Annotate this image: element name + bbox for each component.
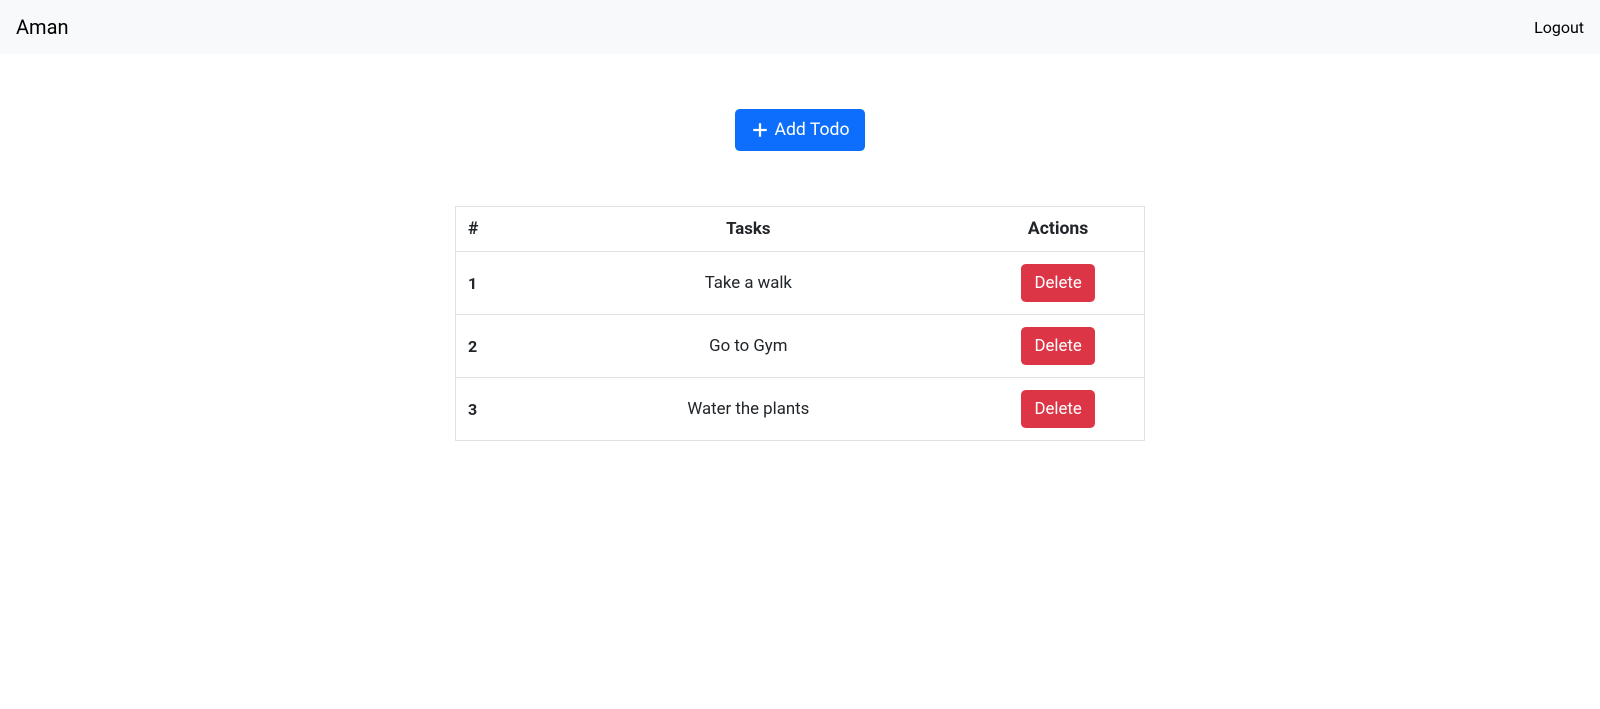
row-number: 3 [456,378,525,441]
delete-button[interactable]: Delete [1021,390,1095,428]
header-actions: Actions [972,207,1144,252]
row-number: 1 [456,252,525,315]
logout-link[interactable]: Logout [1534,18,1584,37]
row-task: Go to Gym [524,315,972,378]
header-tasks: Tasks [524,207,972,252]
add-todo-section: Add Todo [455,109,1145,151]
delete-button[interactable]: Delete [1021,327,1095,365]
add-todo-label: Add Todo [775,117,850,143]
row-task: Take a walk [524,252,972,315]
table-header-row: # Tasks Actions [456,207,1145,252]
add-todo-button[interactable]: Add Todo [735,109,864,151]
row-task: Water the plants [524,378,972,441]
row-action-cell: Delete [972,315,1144,378]
row-number: 2 [456,315,525,378]
navbar-brand: Aman [16,15,69,39]
delete-button[interactable]: Delete [1021,264,1095,302]
plus-icon [751,121,769,139]
table-row: 1 Take a walk Delete [456,252,1145,315]
navbar: Aman Logout [0,0,1600,54]
main-container: Add Todo # Tasks Actions 1 Take a walk D… [440,109,1160,441]
row-action-cell: Delete [972,378,1144,441]
table-row: 3 Water the plants Delete [456,378,1145,441]
header-number: # [456,207,525,252]
row-action-cell: Delete [972,252,1144,315]
table-row: 2 Go to Gym Delete [456,315,1145,378]
todo-table: # Tasks Actions 1 Take a walk Delete 2 G… [455,206,1145,441]
